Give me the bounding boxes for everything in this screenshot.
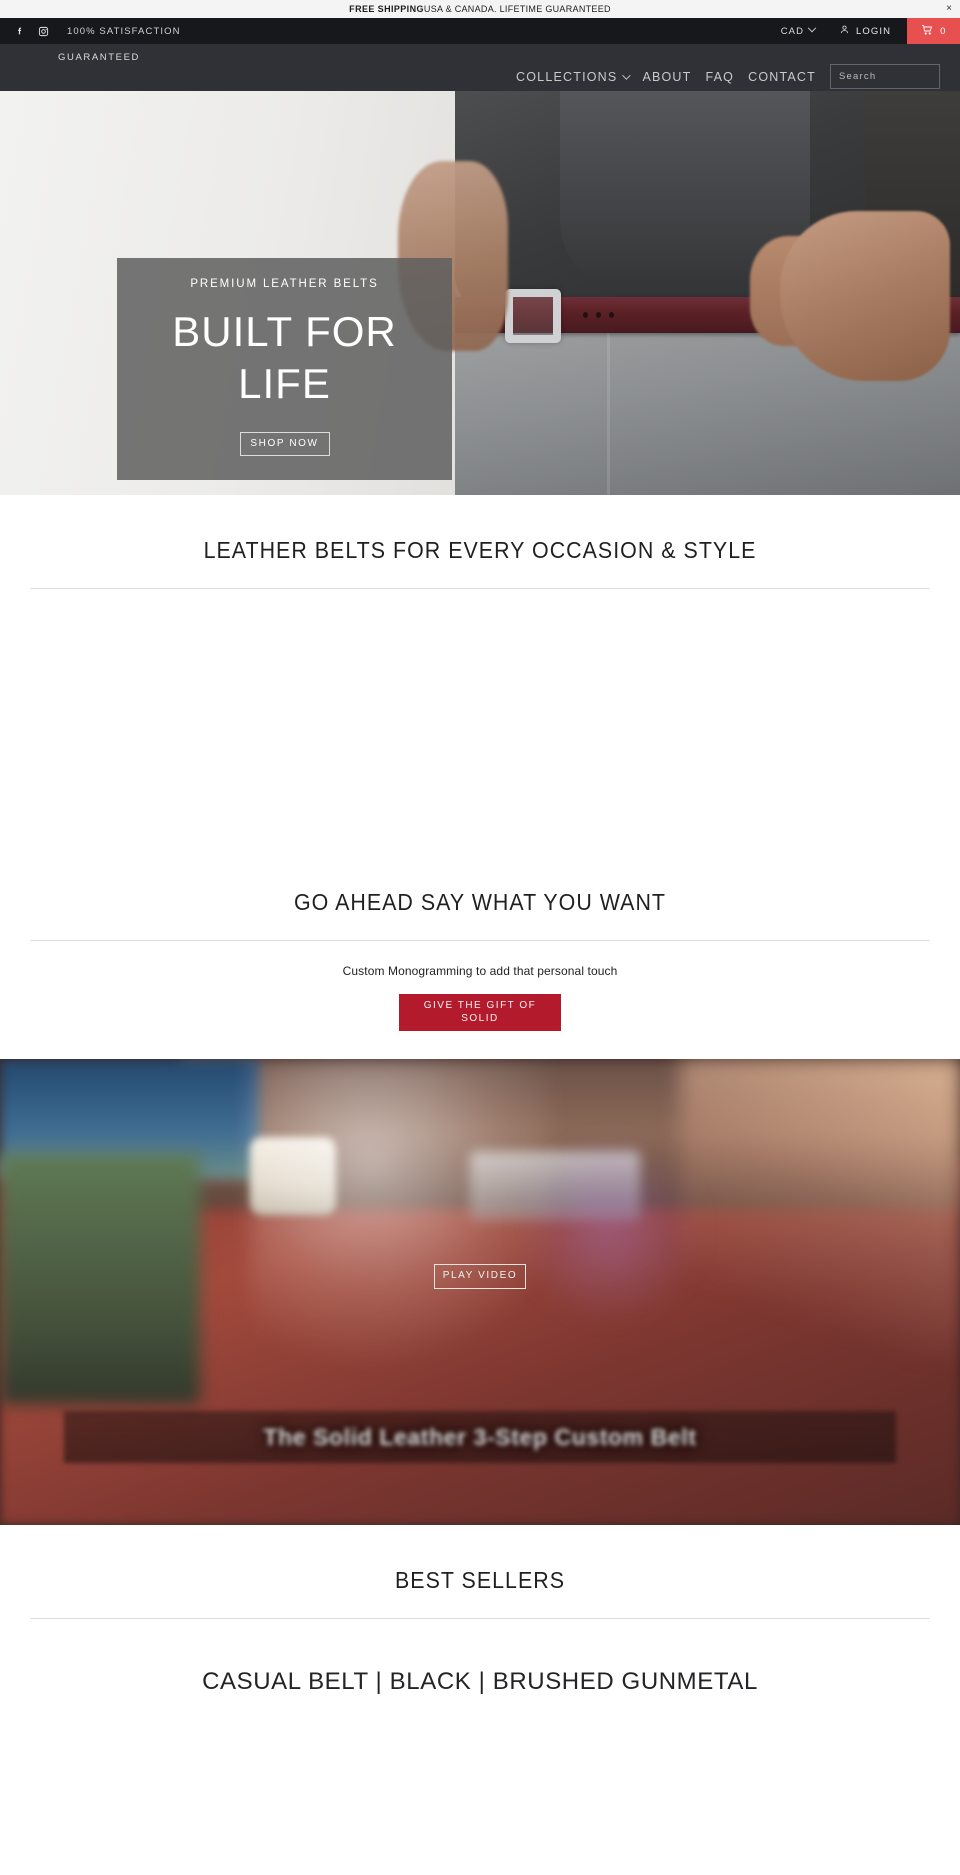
nav-item-about[interactable]: ABOUT <box>642 52 691 84</box>
close-icon[interactable]: × <box>946 4 952 14</box>
satisfaction-tagline: 100% SATISFACTION <box>67 25 181 37</box>
shop-now-button[interactable]: SHOP NOW <box>239 432 330 456</box>
nav-links: COLLECTIONS ABOUT FAQ CONTACT <box>516 44 960 91</box>
monogram-title: GO AHEAD SAY WHAT YOU WANT <box>293 889 667 915</box>
currency-value: CAD <box>780 25 805 37</box>
best-sellers-section: BEST SELLERS CASUAL BELT | BLACK | BRUSH… <box>0 1525 960 1708</box>
announcement-bar: FREE SHIPPINGUSA & CANADA. LIFETIME GUAR… <box>0 0 960 18</box>
monogram-section: GO AHEAD SAY WHAT YOU WANT Custom Monogr… <box>0 847 960 1031</box>
main-navigation: GUARANTEED COLLECTIONS ABOUT FAQ CONTACT <box>0 44 960 91</box>
nav-item-collections-label: COLLECTIONS <box>516 69 618 84</box>
video-caption: The Solid Leather 3-Step Custom Belt <box>64 1411 896 1463</box>
divider <box>30 940 930 941</box>
social-links <box>14 26 49 37</box>
nav-item-faq[interactable]: FAQ <box>706 52 735 84</box>
announcement-strong: FREE SHIPPING <box>349 4 424 14</box>
facebook-icon[interactable] <box>14 26 25 37</box>
login-button[interactable]: LOGIN <box>829 18 907 44</box>
hero-kicker: PREMIUM LEATHER BELTS <box>190 278 379 290</box>
instagram-icon[interactable] <box>38 26 49 37</box>
cart-count: 0 <box>940 25 946 37</box>
best-sellers-title: BEST SELLERS <box>394 1567 566 1593</box>
video-section[interactable]: The Solid Leather 3-Step Custom Belt PLA… <box>0 1059 960 1525</box>
monogram-heading-wrap: GO AHEAD SAY WHAT YOU WANT <box>0 847 960 941</box>
utility-bar: 100% SATISFACTION CAD LOGIN 0 <box>0 18 960 44</box>
hero-title: BUILT FOR LIFE <box>172 308 397 407</box>
nav-item-contact[interactable]: CONTACT <box>748 52 816 84</box>
collections-section: LEATHER BELTS FOR EVERY OCCASION & STYLE <box>0 495 960 847</box>
site-logo[interactable]: GUARANTEED <box>58 52 140 63</box>
hero-banner: PREMIUM LEATHER BELTS BUILT FOR LIFE SHO… <box>0 91 960 495</box>
chevron-down-icon <box>807 23 817 33</box>
search-box[interactable] <box>830 64 960 89</box>
collections-heading-wrap: LEATHER BELTS FOR EVERY OCCASION & STYLE <box>0 495 960 589</box>
search-input[interactable] <box>839 71 960 82</box>
give-gift-button[interactable]: GIVE THE GIFT OF SOLID <box>399 994 561 1031</box>
collections-title: LEATHER BELTS FOR EVERY OCCASION & STYLE <box>203 537 757 563</box>
collection-grid <box>0 589 960 847</box>
product-list: CASUAL BELT | BLACK | BRUSHED GUNMETAL <box>0 1619 960 1698</box>
best-sellers-heading-wrap: BEST SELLERS <box>0 1525 960 1619</box>
monogram-subtitle: Custom Monogramming to add that personal… <box>342 964 618 978</box>
shopping-cart-icon <box>921 24 933 39</box>
play-video-button[interactable]: PLAY VIDEO <box>434 1264 526 1289</box>
product-title[interactable]: CASUAL BELT | BLACK | BRUSHED GUNMETAL <box>200 1665 760 1698</box>
currency-selector[interactable]: CAD <box>767 18 829 44</box>
hero-text-overlay: PREMIUM LEATHER BELTS BUILT FOR LIFE SHO… <box>117 258 452 480</box>
chevron-down-icon <box>622 70 632 80</box>
nav-item-collections[interactable]: COLLECTIONS <box>516 52 632 84</box>
utility-right-group: CAD LOGIN 0 <box>767 18 960 44</box>
announcement-rest: USA & CANADA. LIFETIME GUARANTEED <box>423 4 611 14</box>
user-icon <box>839 24 850 38</box>
cart-button[interactable]: 0 <box>907 18 960 44</box>
announcement-text: FREE SHIPPINGUSA & CANADA. LIFETIME GUAR… <box>349 4 611 14</box>
login-label: LOGIN <box>856 25 892 37</box>
